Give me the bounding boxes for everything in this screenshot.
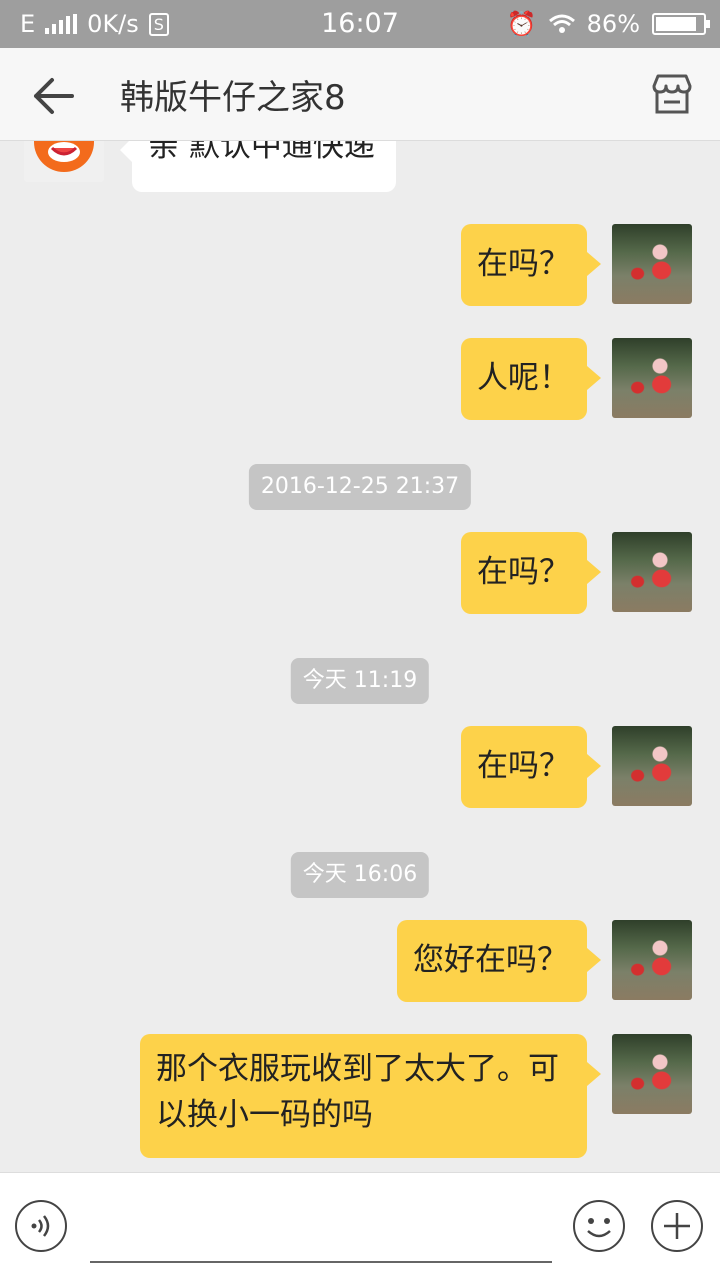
user-avatar[interactable]	[612, 1034, 692, 1114]
user-avatar[interactable]	[612, 224, 692, 304]
message-bubble[interactable]: 人呢！	[461, 338, 601, 420]
timestamp: 今天 11:19	[290, 658, 430, 704]
user-avatar[interactable]	[612, 338, 692, 418]
user-avatar[interactable]	[612, 726, 692, 806]
chat-header: 韩版牛仔之家8	[0, 48, 720, 141]
message-bubble-shop[interactable]: 亲 默认中通快递	[120, 140, 396, 192]
timestamp: 2016-12-25 21:37	[248, 464, 472, 510]
message-bubble[interactable]: 在吗？	[461, 224, 601, 306]
message-input[interactable]	[90, 1203, 556, 1255]
status-bar: E 0K/s S 16:07 ⏰ 86%	[0, 0, 720, 48]
battery-icon	[652, 13, 710, 35]
chat-area[interactable]: 亲 默认中通快递 在吗？ 人呢！ 2016-12-25 21:37 在吗？ 今天…	[0, 140, 720, 1172]
emoji-icon[interactable]	[572, 1199, 626, 1253]
add-icon[interactable]	[650, 1199, 704, 1253]
wifi-icon	[548, 14, 575, 33]
message-bubble[interactable]: 在吗？	[461, 726, 601, 808]
battery-percent: 86%	[586, 10, 640, 38]
timestamp: 今天 16:06	[290, 852, 430, 898]
input-bar	[0, 1172, 720, 1281]
chat-title: 韩版牛仔之家8	[120, 78, 346, 118]
shop-avatar[interactable]	[24, 140, 104, 182]
store-icon[interactable]	[650, 72, 694, 116]
input-underline	[90, 1261, 552, 1263]
user-avatar[interactable]	[612, 532, 692, 612]
back-arrow-icon[interactable]	[30, 74, 80, 118]
voice-input-icon[interactable]	[14, 1199, 68, 1253]
message-bubble[interactable]: 在吗？	[461, 532, 601, 614]
alarm-icon: ⏰	[506, 10, 537, 38]
mascot-icon	[34, 140, 94, 172]
message-bubble[interactable]: 那个衣服玩收到了太大了。可以换小一码的吗	[140, 1034, 601, 1158]
user-avatar[interactable]	[612, 920, 692, 1000]
message-bubble[interactable]: 您好在吗？	[397, 920, 601, 1002]
